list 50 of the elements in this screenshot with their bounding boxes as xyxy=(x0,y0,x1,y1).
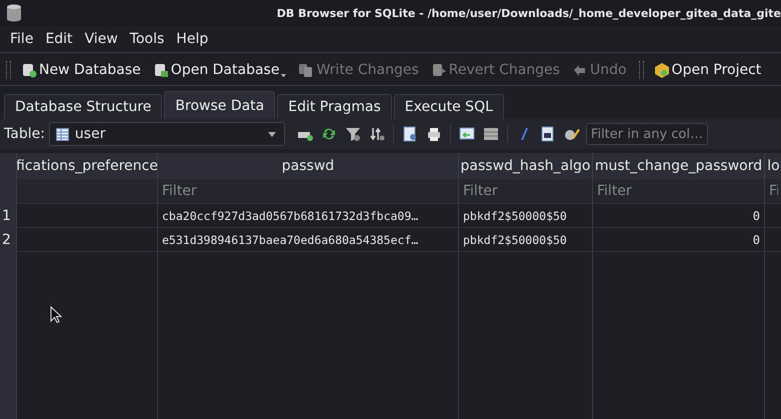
tab[interactable]: Browse Data xyxy=(164,91,276,119)
caret-icon[interactable] xyxy=(281,74,286,76)
column-filter-field[interactable]: Filter xyxy=(593,179,765,204)
toolbar-button[interactable]: Open Project xyxy=(648,62,768,78)
menu-item[interactable]: Tools xyxy=(124,31,170,47)
tab[interactable]: Execute SQL xyxy=(394,94,504,119)
menu-item[interactable]: Help xyxy=(170,31,214,47)
menu-item[interactable]: File xyxy=(4,31,40,47)
tab[interactable]: Edit Pragmas xyxy=(277,94,392,119)
table-arrow-button[interactable] xyxy=(456,126,477,142)
row-number[interactable]: 2 xyxy=(0,228,17,252)
column-filter-field[interactable]: Filter xyxy=(158,179,459,204)
print-icon xyxy=(426,126,442,142)
pencil-icon xyxy=(564,126,580,142)
table-cell: pbkdf2$50000$50 xyxy=(459,204,593,228)
database-icon xyxy=(6,4,22,22)
menu-item[interactable]: Edit xyxy=(39,31,79,47)
box-icon xyxy=(654,62,670,78)
table-cell: e531d398946137baea70ed6a680a54385ecf… xyxy=(158,228,459,252)
column-filter-field[interactable]: Filter xyxy=(459,179,593,204)
toolbar-button[interactable]: New Database xyxy=(15,62,147,78)
toolbar-button[interactable]: Open Database xyxy=(146,62,286,78)
table-cell: pbkdf2$50000$50 xyxy=(459,228,593,252)
menu-item[interactable]: View xyxy=(78,31,124,47)
column-header[interactable]: passwd_hash_algo xyxy=(459,153,593,179)
column-header[interactable]: passwd xyxy=(158,153,459,179)
column-header[interactable]: must_change_password xyxy=(593,153,765,179)
database-arrow-icon xyxy=(430,62,447,78)
header-corner xyxy=(0,153,17,179)
refresh-icon xyxy=(320,126,337,142)
table-icon xyxy=(482,126,499,142)
filter-field[interactable]: Filter in any col… xyxy=(586,123,708,145)
table-label: Table: xyxy=(4,126,45,142)
document-icon xyxy=(540,126,556,142)
filter-corner xyxy=(0,179,17,204)
filter-clear-icon xyxy=(344,126,361,142)
table-cell: cba20ccf927d3ad0567b68161732d3fbca09… xyxy=(158,204,459,228)
table-icon xyxy=(56,128,69,140)
sort-icon xyxy=(368,126,385,142)
dropdown-arrow-icon xyxy=(268,132,276,136)
document-search-icon xyxy=(402,126,418,142)
table-dropdown[interactable]: user xyxy=(48,122,285,146)
table-cell: 0 xyxy=(593,228,765,252)
tab[interactable]: Database Structure xyxy=(4,94,162,119)
column-header[interactable]: lo xyxy=(765,153,781,179)
database-stack-icon xyxy=(298,62,314,78)
mouse-pointer-icon xyxy=(50,306,62,324)
window-title: DB Browser for SQLite - /home/user/Downloads/_home_developer_gitea_data_gite xyxy=(276,6,781,20)
row-number[interactable]: 1 xyxy=(0,204,17,228)
table-cell: 0 xyxy=(593,204,765,228)
